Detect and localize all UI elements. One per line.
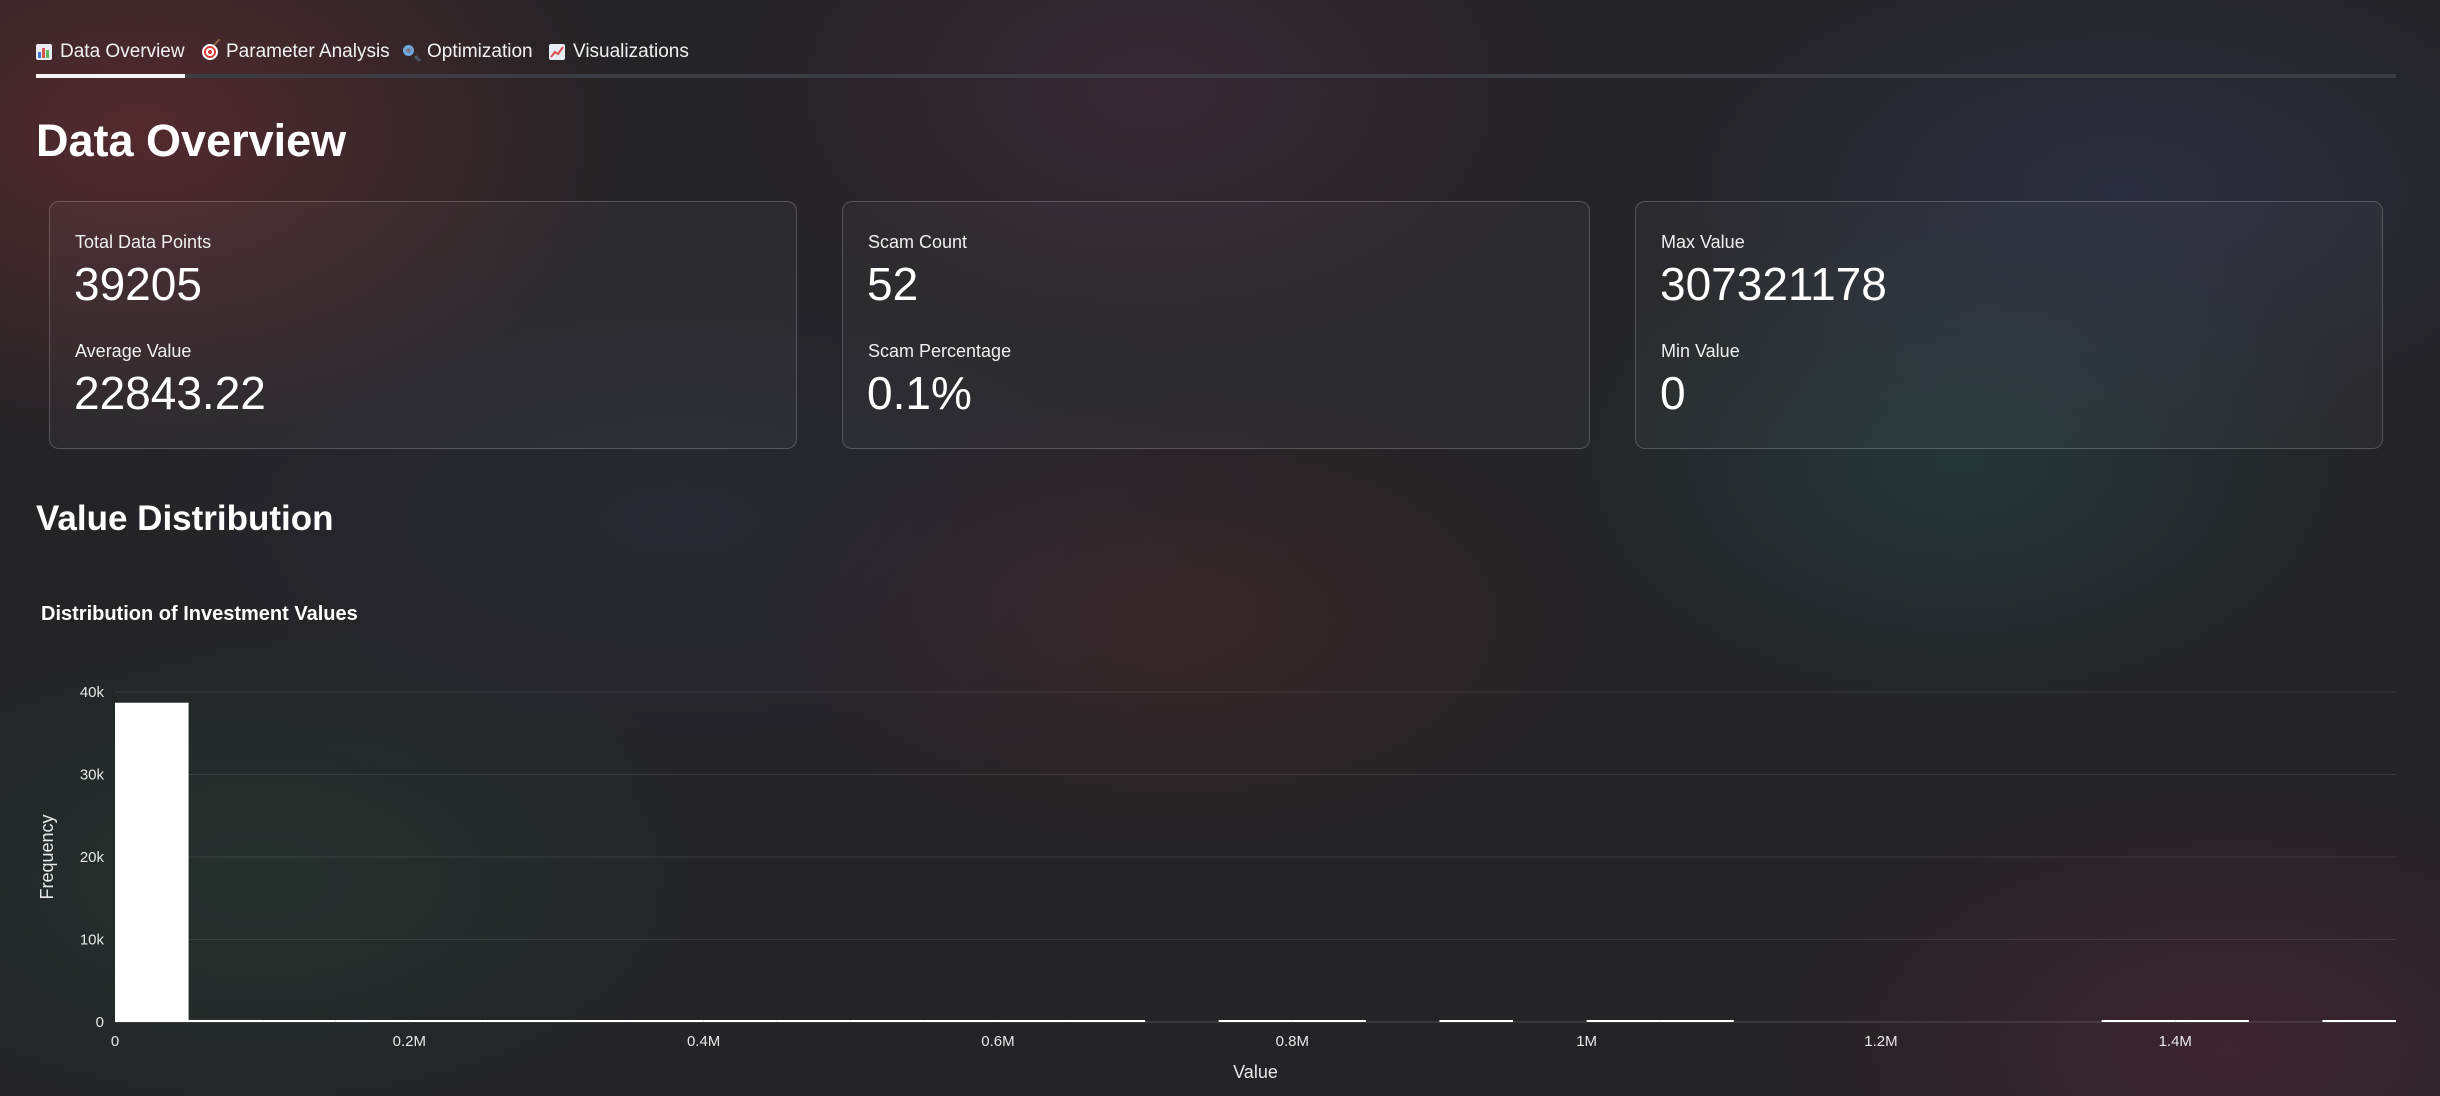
x-tick-label: 1.4M [2159,1033,2192,1050]
y-tick-label: 40k [80,684,105,701]
histogram-bar [482,1020,557,1022]
histogram-bar [556,1020,631,1022]
y-tick-label: 10k [80,932,105,949]
histogram-bar [924,1020,998,1022]
histogram-bar [1292,1020,1366,1022]
x-tick-label: 1.2M [1864,1033,1897,1050]
histogram-bar [1218,1020,1293,1022]
x-tick-label: 1M [1576,1033,1597,1050]
histogram-bar [188,1019,263,1022]
y-tick-label: 0 [96,1014,104,1031]
histogram-bar [2101,1020,2176,1022]
histogram-bar [262,1020,336,1022]
x-axis-label: Value [1233,1062,1278,1082]
histogram-bar [1439,1020,1514,1022]
histogram-chart: 0 10k 20k 30k 40k 0 0.2M 0.4M 0.6M 0.8M 1M 1.2M 1.4M… [37,684,2396,1082]
histogram-bar [997,1020,1072,1022]
histogram-bar [2175,1020,2249,1022]
x-tick-label: 0.6M [981,1033,1014,1050]
histogram-bar [703,1020,778,1022]
x-tick-label: 0.8M [1276,1033,1309,1050]
histogram-bar [2322,1020,2396,1022]
histogram-bar [850,1020,925,1022]
x-tick-label: 0.4M [687,1033,720,1050]
y-axis-label: Frequency [37,814,57,899]
histogram-bar [335,1020,410,1022]
histogram-bar [1660,1020,1734,1022]
histogram-bar [409,1020,483,1022]
x-tick-label: 0 [111,1033,119,1050]
histogram-bar [1586,1020,1661,1022]
y-tick-label: 20k [80,849,105,866]
histogram-bar [630,1020,704,1022]
histogram-bar [115,702,189,1022]
x-tick-label: 0.2M [393,1033,426,1050]
y-tick-label: 30k [80,767,105,784]
histogram-bar [1071,1020,1146,1022]
histogram-bar [777,1020,851,1022]
